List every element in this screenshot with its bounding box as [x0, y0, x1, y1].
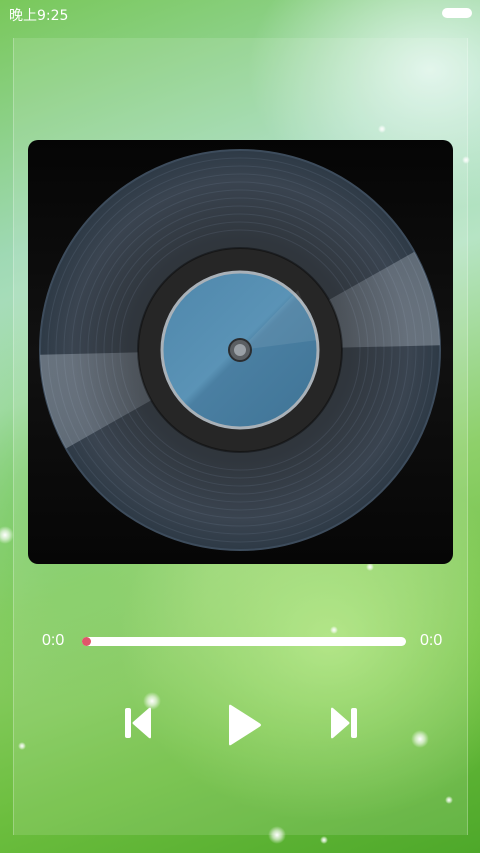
skip-next-icon	[331, 707, 357, 739]
seek-bar[interactable]	[82, 637, 406, 646]
music-player-screen: 晚上9:25 0:0 0:0	[0, 0, 480, 853]
status-bar: 晚上9:25	[0, 0, 480, 28]
next-track-button[interactable]	[323, 702, 365, 744]
battery-icon	[442, 8, 472, 18]
sparkle	[0, 526, 14, 544]
vinyl-record-icon	[39, 149, 441, 551]
status-time: 晚上9:25	[9, 8, 69, 24]
previous-track-button[interactable]	[117, 702, 159, 744]
current-time-label: 0:0	[42, 632, 65, 649]
play-icon	[229, 704, 261, 746]
seek-thumb[interactable]	[82, 637, 91, 646]
total-time-label: 0:0	[420, 632, 443, 649]
sparkle	[320, 836, 328, 844]
play-button[interactable]	[219, 700, 269, 750]
skip-previous-icon	[125, 707, 151, 739]
album-art	[28, 140, 453, 564]
